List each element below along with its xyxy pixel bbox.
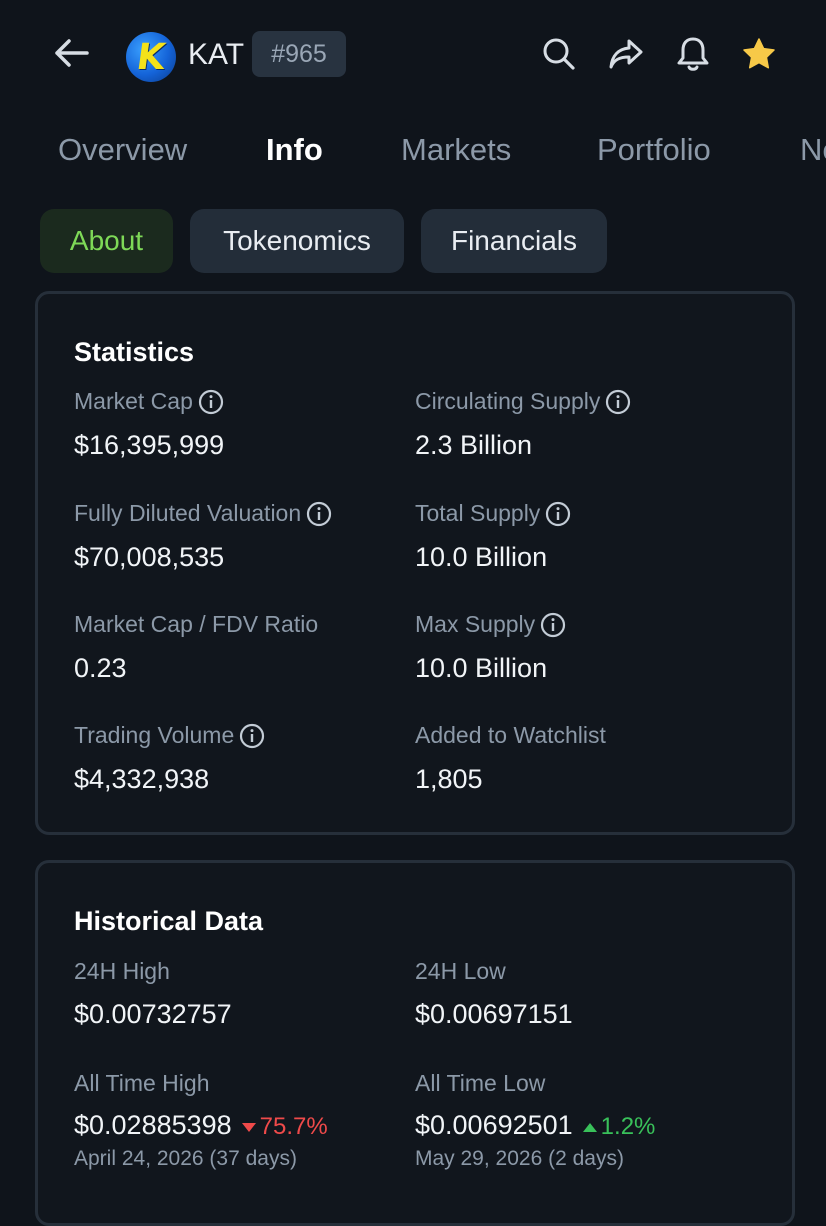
ath-change-text: 75.7% (259, 1113, 328, 1140)
tab-news[interactable]: News (800, 132, 826, 168)
mc-fdv-ratio-value: 0.23 (74, 653, 127, 683)
low-24h-label: 24H Low (415, 958, 506, 984)
top-bar: K KAT #965 (0, 0, 826, 110)
caret-down-icon (241, 1123, 256, 1133)
rank-badge: #965 (252, 31, 346, 77)
search-icon[interactable] (537, 32, 581, 76)
subtab-about[interactable]: About (40, 209, 173, 273)
max-supply-label: Max Supply (415, 611, 566, 638)
ath-value: $0.02885398 (74, 1110, 232, 1140)
statistics-card: Statistics Market Cap $16,395,999 Circul… (35, 291, 795, 835)
watchlist-label-text: Added to Watchlist (415, 722, 606, 748)
fdv-label: Fully Diluted Valuation (74, 500, 332, 527)
historical-data-card: Historical Data 24H High $0.00732757 24H… (35, 860, 795, 1226)
info-icon[interactable] (540, 612, 566, 638)
main-tabs: Overview Info Markets Portfolio News (0, 120, 826, 184)
back-arrow-icon[interactable] (48, 30, 94, 76)
subtab-financials[interactable]: Financials (421, 209, 607, 273)
ath-date: April 24, 2026 (37 days) (74, 1147, 297, 1170)
circulating-supply-label: Circulating Supply (415, 388, 631, 415)
info-icon[interactable] (239, 723, 265, 749)
tab-info[interactable]: Info (266, 132, 323, 168)
market-cap-label: Market Cap (74, 388, 224, 415)
info-icon[interactable] (198, 389, 224, 415)
low-24h-value: $0.00697151 (415, 999, 573, 1029)
share-icon[interactable] (604, 32, 648, 76)
coin-symbol: KAT (188, 38, 245, 71)
caret-up-icon (582, 1123, 597, 1133)
ath-row: $0.02885398 75.7% (74, 1110, 328, 1141)
max-supply-value: 10.0 Billion (415, 653, 548, 683)
trading-volume-value: $4,332,938 (74, 764, 210, 794)
watchlist-value: 1,805 (415, 764, 483, 794)
ath-change: 75.7% (241, 1113, 328, 1140)
bell-icon[interactable] (671, 32, 715, 76)
max-supply-label-text: Max Supply (415, 611, 536, 637)
high-24h-value: $0.00732757 (74, 999, 232, 1029)
tab-overview[interactable]: Overview (58, 132, 187, 168)
circulating-supply-label-text: Circulating Supply (415, 388, 601, 414)
atl-value: $0.00692501 (415, 1110, 573, 1140)
ath-label: All Time High (74, 1070, 210, 1096)
coin-logo-letter: K (134, 36, 168, 78)
trading-volume-label: Trading Volume (74, 722, 265, 749)
high-24h-label: 24H High (74, 958, 170, 984)
total-supply-label: Total Supply (415, 500, 571, 527)
mc-fdv-ratio-label: Market Cap / FDV Ratio (74, 611, 318, 638)
atl-row: $0.00692501 1.2% (415, 1110, 655, 1141)
total-supply-value: 10.0 Billion (415, 542, 548, 572)
market-cap-value: $16,395,999 (74, 430, 225, 460)
coin-logo: K (126, 32, 176, 82)
fdv-value: $70,008,535 (74, 542, 225, 572)
subtab-tokenomics[interactable]: Tokenomics (190, 209, 404, 273)
atl-label: All Time Low (415, 1070, 546, 1096)
historical-title: Historical Data (74, 906, 264, 936)
mc-fdv-ratio-label-text: Market Cap / FDV Ratio (74, 611, 319, 637)
atl-change: 1.2% (582, 1113, 656, 1140)
atl-date: May 29, 2026 (2 days) (415, 1147, 624, 1170)
info-icon[interactable] (605, 389, 631, 415)
info-icon[interactable] (306, 501, 332, 527)
statistics-title: Statistics (74, 337, 195, 367)
watchlist-label: Added to Watchlist (415, 722, 606, 749)
total-supply-label-text: Total Supply (415, 500, 541, 526)
tab-portfolio[interactable]: Portfolio (597, 132, 711, 168)
info-icon[interactable] (545, 501, 571, 527)
star-icon[interactable] (737, 32, 781, 76)
tab-markets[interactable]: Markets (401, 132, 511, 168)
fdv-label-text: Fully Diluted Valuation (74, 500, 302, 526)
trading-volume-label-text: Trading Volume (74, 722, 235, 748)
atl-change-text: 1.2% (600, 1113, 656, 1140)
circulating-supply-value: 2.3 Billion (415, 430, 533, 460)
market-cap-label-text: Market Cap (74, 388, 193, 414)
